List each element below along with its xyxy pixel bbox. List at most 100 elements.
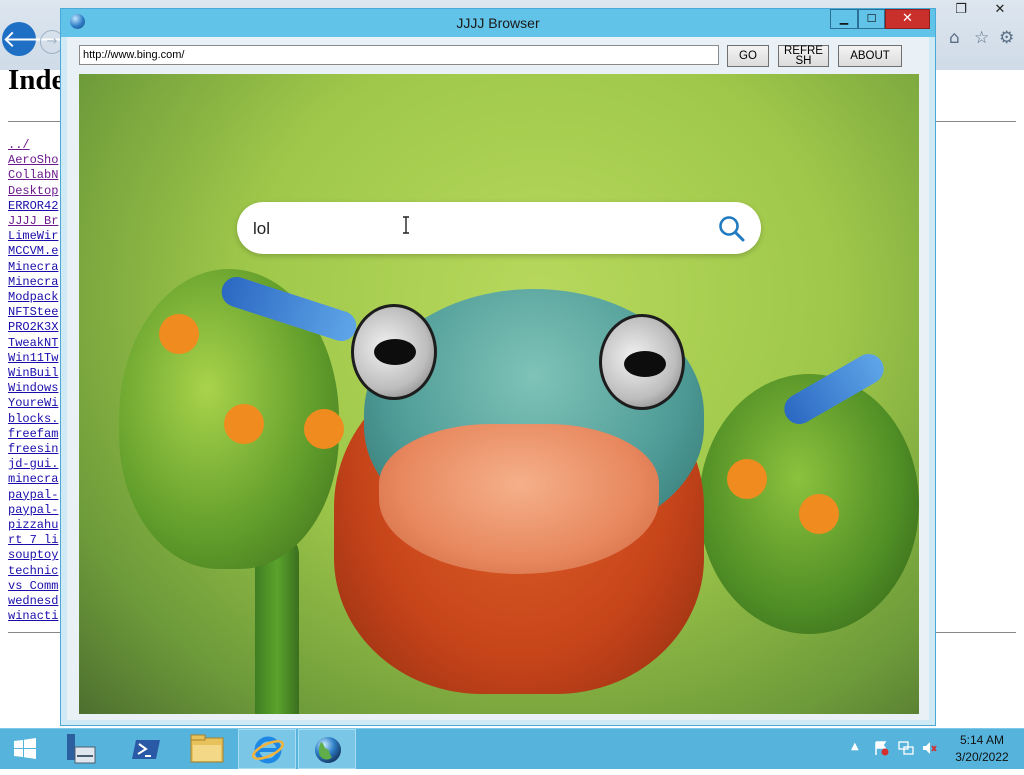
search-box[interactable] [237,202,761,254]
list-item: freesin [8,442,58,457]
file-link[interactable]: YoureWi [8,396,58,410]
taskbar-server-manager[interactable] [58,729,116,769]
file-link[interactable]: rt 7 li [8,533,58,547]
web-viewport[interactable] [79,74,919,714]
file-link[interactable]: ../ [8,138,30,152]
file-link[interactable]: paypal- [8,503,58,517]
list-item: technic [8,564,58,579]
background-photo-frog-eye [351,304,437,400]
url-input[interactable] [79,45,719,65]
file-link[interactable]: JJJJ Br [8,214,58,228]
ie-close-button[interactable]: ✕ [980,0,1020,20]
browser-client-area: GO REFRESH ABOUT [67,37,929,720]
list-item: Win11Tw [8,351,58,366]
network-icon[interactable] [898,740,914,756]
minimize-button[interactable]: ▁ [830,9,858,29]
file-link[interactable]: TweakNT [8,336,58,350]
ie-icon [252,736,284,764]
gear-icon[interactable]: ⚙ [999,28,1014,48]
list-item: PRO2K3X [8,320,58,335]
list-item: winacti [8,609,58,624]
close-button[interactable]: ✕ [885,9,930,29]
list-item: rt 7 li [8,533,58,548]
taskbar-file-explorer[interactable] [178,729,236,769]
list-item: NFTStee [8,305,58,320]
file-link[interactable]: Modpack [8,290,58,304]
file-link[interactable]: blocks. [8,412,58,426]
background-photo-frog-toe [224,404,264,444]
taskbar-powershell[interactable] [118,729,176,769]
file-link[interactable]: winacti [8,609,58,623]
file-link[interactable]: WinBuil [8,366,58,380]
background-photo-frog-toe [727,459,767,499]
taskbar-jjjj-browser[interactable] [298,729,356,769]
go-button[interactable]: GO [727,45,769,67]
list-item: paypal- [8,503,58,518]
background-photo-frog-mouth [379,424,659,574]
file-link[interactable]: wednesd [8,594,58,608]
globe-icon [315,737,341,763]
powershell-icon [132,740,160,759]
search-icon [719,216,745,242]
taskbar-internet-explorer[interactable] [238,729,296,769]
list-item: jd-gui. [8,457,58,472]
background-photo-frog-toe [304,409,344,449]
file-link[interactable]: paypal- [8,488,58,502]
directory-listing: ../AeroSho CollabN Desktop ERROR42 JJJJ Br Li… [8,138,58,625]
favorites-icon[interactable]: ☆ [974,28,989,48]
file-link[interactable]: Minecra [8,275,58,289]
file-link[interactable]: pizzahu [8,518,58,532]
show-hidden-icons-button[interactable]: ▲ [851,741,859,752]
file-link[interactable]: freefam [8,427,58,441]
file-link[interactable]: AeroSho [8,153,58,167]
search-button[interactable] [715,212,749,246]
taskbar: ▲ 5:14 AM 3/20/2022 [0,728,1024,769]
search-input[interactable] [251,214,695,244]
file-link[interactable]: MCCVM.e [8,244,58,258]
file-link[interactable]: NFTStee [8,305,58,319]
action-center-icon[interactable] [873,740,889,756]
list-item: Minecra [8,260,58,275]
list-item: blocks. [8,412,58,427]
file-link[interactable]: Minecra [8,260,58,274]
back-button[interactable]: 🡐 [2,22,66,56]
window-title: JJJJ Browser [456,15,540,31]
refresh-button[interactable]: REFRESH [778,45,829,67]
file-link[interactable]: Windows [8,381,58,395]
maximize-button[interactable]: ☐ [858,9,885,29]
list-item: WinBuil [8,366,58,381]
file-link[interactable]: ERROR42 [8,199,58,213]
list-item: vs Comm [8,579,58,594]
list-item: TweakNT [8,336,58,351]
start-button[interactable] [0,729,50,769]
list-item: freefam [8,427,58,442]
list-item: paypal- [8,488,58,503]
list-item: JJJJ Br [8,214,58,229]
list-item: wednesd [8,594,58,609]
volume-muted-icon[interactable] [921,740,937,756]
home-icon[interactable]: ⌂ [949,28,960,48]
list-item: Desktop [8,184,58,199]
windows-logo-icon [14,738,36,759]
clock-date[interactable]: 3/20/2022 [950,750,1014,764]
server-manager-icon [67,734,96,764]
file-link[interactable]: Desktop [8,184,58,198]
list-item: minecra [8,472,58,487]
file-link[interactable]: freesin [8,442,58,456]
about-button[interactable]: ABOUT [838,45,902,67]
file-link[interactable]: minecra [8,472,58,486]
list-item: YoureWi [8,396,58,411]
file-link[interactable]: PRO2K3X [8,320,58,334]
ie-restore-button[interactable]: ❐ [944,0,978,20]
file-link[interactable]: souptoy [8,548,58,562]
list-item: ERROR42 [8,199,58,214]
file-link[interactable]: jd-gui. [8,457,58,471]
file-link[interactable]: technic [8,564,58,578]
list-item: MCCVM.e [8,244,58,259]
title-bar[interactable]: JJJJ Browser ▁ ☐ ✕ [61,9,935,37]
file-link[interactable]: CollabN [8,168,58,182]
file-link[interactable]: Win11Tw [8,351,58,365]
file-link[interactable]: vs Comm [8,579,58,593]
clock-time[interactable]: 5:14 AM [950,733,1014,747]
file-link[interactable]: LimeWir [8,229,58,243]
